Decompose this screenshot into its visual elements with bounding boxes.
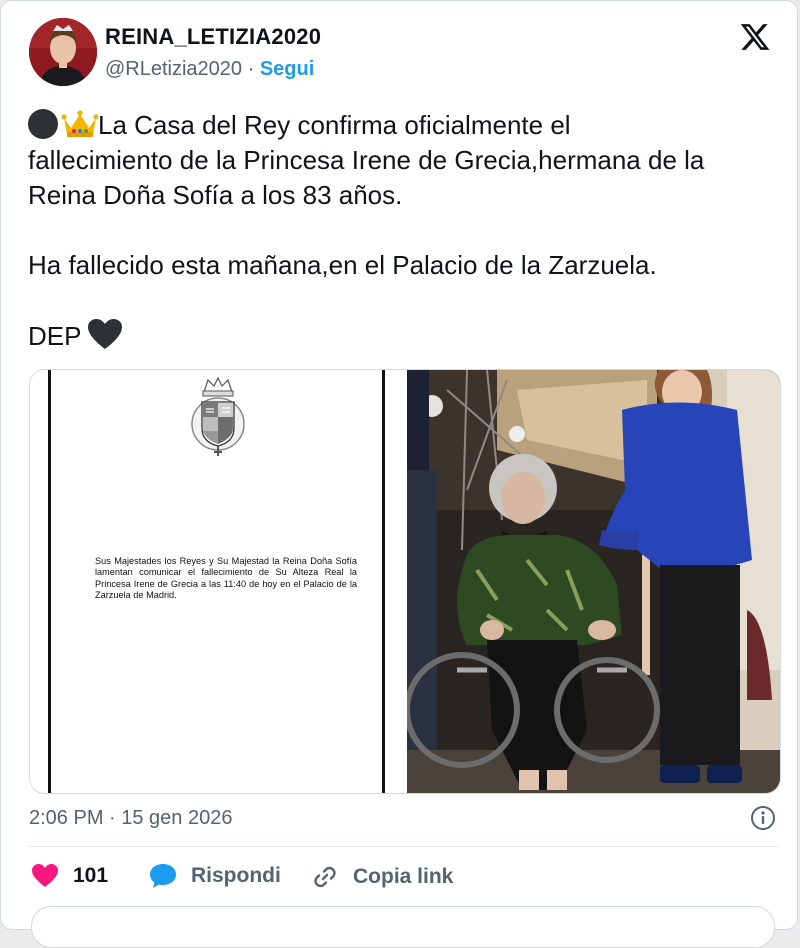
post-line-1: La Casa del Rey confirma oficialmente el bbox=[98, 110, 571, 140]
info-icon[interactable] bbox=[750, 805, 776, 831]
follow-button[interactable]: Segui bbox=[260, 58, 314, 80]
author-handle-row: @RLetizia2020 · Segui bbox=[105, 58, 314, 81]
black-heart-icon bbox=[88, 319, 123, 349]
author-name[interactable]: REINA_LETIZIA2020 bbox=[105, 24, 321, 50]
royal-crest-icon bbox=[191, 376, 245, 456]
post-text: La Casa del Rey confirma oficialmente el… bbox=[28, 108, 778, 354]
reply-label: Rispondi bbox=[191, 864, 281, 887]
avatar[interactable] bbox=[29, 18, 97, 86]
crown-icon bbox=[62, 110, 98, 137]
speech-bubble-icon bbox=[150, 864, 176, 888]
document-border-left bbox=[48, 370, 51, 793]
post-line-2: fallecimiento de la Princesa Irene de Gr… bbox=[28, 145, 705, 175]
post-line-3: Reina Doña Sofía a los 83 años. bbox=[28, 180, 403, 210]
tweet-card: REINA_LETIZIA2020 @RLetizia2020 · Segui … bbox=[0, 0, 798, 948]
author-handle[interactable]: @RLetizia2020 bbox=[105, 58, 242, 80]
heart-icon bbox=[32, 864, 58, 887]
like-button[interactable]: 101 bbox=[31, 863, 108, 889]
media-grid[interactable]: Sus Majestades los Reyes y Su Majestad l… bbox=[29, 369, 781, 794]
copy-link-button[interactable]: Copia link bbox=[311, 863, 453, 891]
royal-statement-image[interactable]: Sus Majestades los Reyes y Su Majestad l… bbox=[30, 370, 402, 793]
post-timestamp[interactable]: 2:06 PM · 15 gen 2026 bbox=[29, 807, 232, 830]
actions-divider bbox=[29, 846, 779, 847]
document-border-right bbox=[382, 370, 385, 793]
like-count: 101 bbox=[73, 864, 109, 887]
post-paragraph-3: DEP bbox=[28, 321, 82, 351]
event-photo[interactable] bbox=[407, 370, 780, 793]
black-circle-icon bbox=[28, 109, 58, 139]
x-logo-icon[interactable] bbox=[739, 21, 771, 53]
royal-statement-text: Sus Majestades los Reyes y Su Majestad l… bbox=[95, 556, 357, 601]
reply-button[interactable]: Rispondi bbox=[149, 863, 281, 889]
copy-link-label: Copia link bbox=[353, 865, 454, 888]
handle-separator: · bbox=[242, 58, 260, 80]
post-paragraph-2: Ha fallecido esta mañana,en el Palacio d… bbox=[28, 250, 657, 280]
read-replies-button[interactable] bbox=[31, 906, 775, 948]
link-icon bbox=[314, 866, 336, 888]
